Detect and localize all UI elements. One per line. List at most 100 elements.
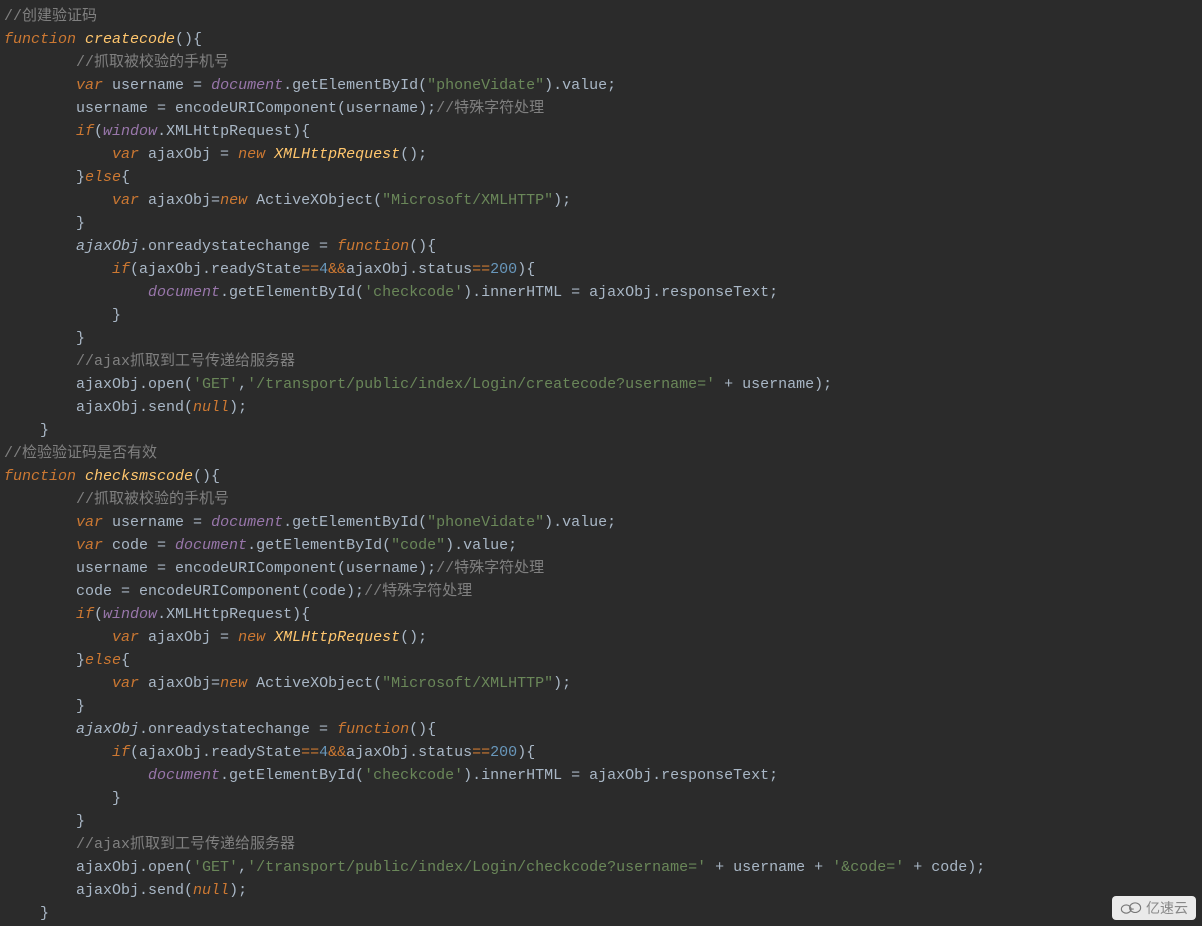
code-token: if: [76, 123, 94, 140]
code-token: document: [148, 767, 220, 784]
code-token: ==: [301, 744, 319, 761]
code-token: "phoneVidate": [427, 77, 544, 94]
code-token: }: [76, 330, 85, 347]
code-token: .XMLHttpRequest){: [157, 123, 310, 140]
code-token: (){: [193, 468, 220, 485]
code-token: "Microsoft/XMLHTTP": [382, 675, 553, 692]
code-token: var: [76, 537, 112, 554]
code-token: if: [76, 606, 94, 623]
cloud-icon: [1120, 899, 1142, 918]
code-token: 'checkcode': [364, 284, 463, 301]
code-token: .onreadystatechange =: [139, 721, 337, 738]
watermark-text: 亿速云: [1146, 898, 1188, 918]
code-token: }: [76, 652, 85, 669]
code-token: {: [121, 169, 130, 186]
code-token: '/transport/public/index/Login/checkcode…: [247, 859, 715, 876]
code-token: new: [220, 192, 256, 209]
code-token: ).value;: [445, 537, 517, 554]
code-token: username = encodeURIComponent(username);: [76, 560, 436, 577]
code-token: //特殊字符处理: [436, 560, 544, 577]
code-token: ajaxObj.status: [346, 261, 472, 278]
code-token: var: [112, 629, 148, 646]
code-token: );: [553, 192, 571, 209]
code-token: code = encodeURIComponent(code);: [76, 583, 364, 600]
code-token: );: [229, 882, 247, 899]
code-token: new: [220, 675, 256, 692]
code-token: //特殊字符处理: [436, 100, 544, 117]
code-token: ){: [517, 744, 535, 761]
code-token: &&: [328, 261, 346, 278]
code-token: ActiveXObject(: [256, 675, 382, 692]
code-token: "phoneVidate": [427, 514, 544, 531]
code-token: var: [76, 77, 112, 94]
code-token: (ajaxObj.readyState: [130, 744, 301, 761]
code-token: 'checkcode': [364, 767, 463, 784]
code-token: var: [112, 675, 148, 692]
code-token: document: [211, 77, 283, 94]
code-token: username =: [112, 77, 211, 94]
code-token: ajaxObj: [76, 238, 139, 255]
code-token: ,: [238, 376, 247, 393]
code-token: "code": [391, 537, 445, 554]
code-token: new: [238, 629, 274, 646]
code-token: ajaxObj.open(: [76, 376, 193, 393]
code-token: ajaxObj.open(: [76, 859, 193, 876]
code-token: XMLHttpRequest: [274, 629, 400, 646]
code-token: ).value;: [544, 514, 616, 531]
code-token: '/transport/public/index/Login/createcod…: [247, 376, 724, 393]
code-token: else: [85, 652, 121, 669]
code-token: ){: [517, 261, 535, 278]
code-editor[interactable]: //创建验证码 function createcode(){ //抓取被校验的手…: [0, 0, 1202, 926]
code-token: ajaxObj.send(: [76, 882, 193, 899]
code-token: &&: [328, 744, 346, 761]
code-token: //特殊字符处理: [364, 583, 472, 600]
code-token: "Microsoft/XMLHTTP": [382, 192, 553, 209]
code-token: }: [112, 790, 121, 807]
code-token: {: [121, 652, 130, 669]
code-token: //ajax抓取到工号传递给服务器: [76, 836, 295, 853]
code-token: (: [94, 123, 103, 140]
code-token: (){: [409, 238, 436, 255]
code-token: checksmscode: [85, 468, 193, 485]
code-token: 200: [490, 261, 517, 278]
code-token: }: [76, 215, 85, 232]
code-token: ==: [472, 261, 490, 278]
code-token: ).innerHTML = ajaxObj.responseText;: [463, 767, 778, 784]
code-token: //ajax抓取到工号传递给服务器: [76, 353, 295, 370]
code-token: if: [112, 261, 130, 278]
code-token: .getElementById(: [220, 284, 364, 301]
code-token: 4: [319, 261, 328, 278]
code-token: ajaxObj=: [148, 675, 220, 692]
code-token: }: [76, 813, 85, 830]
code-token: 200: [490, 744, 517, 761]
code-token: //抓取被校验的手机号: [76, 491, 229, 508]
code-token: createcode: [85, 31, 175, 48]
code-token: 'GET': [193, 859, 238, 876]
code-token: document: [175, 537, 247, 554]
code-token: .getElementById(: [283, 77, 427, 94]
code-token: .XMLHttpRequest){: [157, 606, 310, 623]
code-token: ();: [400, 629, 427, 646]
code-token: }: [76, 698, 85, 715]
code-token: .onreadystatechange =: [139, 238, 337, 255]
code-token: .getElementById(: [220, 767, 364, 784]
code-token: XMLHttpRequest: [274, 146, 400, 163]
code-token: (: [94, 606, 103, 623]
code-token: //抓取被校验的手机号: [76, 54, 229, 71]
code-token: + username +: [715, 859, 832, 876]
code-token: new: [238, 146, 274, 163]
code-token: ).value;: [544, 77, 616, 94]
code-token: ajaxObj.send(: [76, 399, 193, 416]
code-token: null: [193, 882, 229, 899]
code-token: function: [4, 468, 85, 485]
code-token: + code);: [913, 859, 985, 876]
code-token: );: [553, 675, 571, 692]
code-token: code =: [112, 537, 175, 554]
code-token: ==: [301, 261, 319, 278]
code-token: //创建验证码: [4, 8, 97, 25]
code-token: ajaxObj =: [148, 146, 238, 163]
code-token: document: [211, 514, 283, 531]
code-token: document: [148, 284, 220, 301]
code-token: (){: [409, 721, 436, 738]
code-token: null: [193, 399, 229, 416]
